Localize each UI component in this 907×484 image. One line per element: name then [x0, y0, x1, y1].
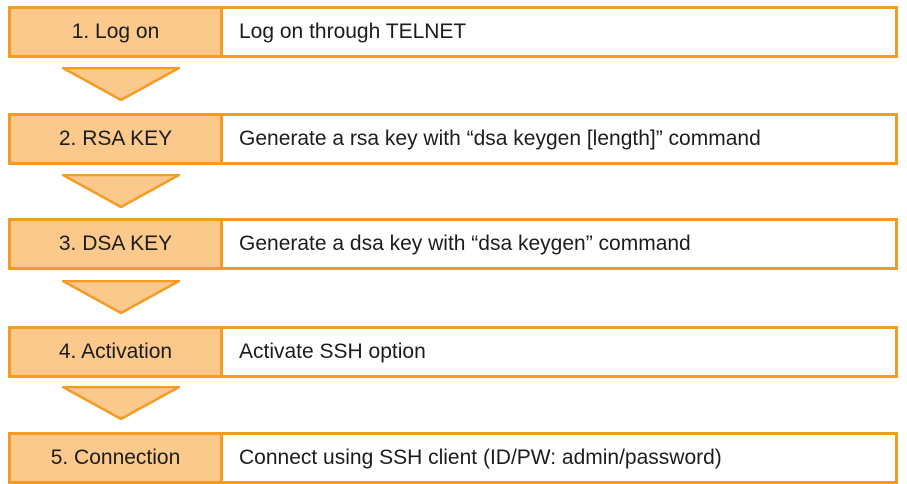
- step-2-description: Generate a rsa key with “dsa keygen [len…: [239, 127, 761, 150]
- step-4: 4. Activation Activate SSH option: [8, 326, 898, 378]
- flow-arrow-down-icon: [62, 280, 180, 314]
- step-1-label: 1. Log on: [11, 9, 223, 55]
- step-2: 2. RSA KEY Generate a rsa key with “dsa …: [8, 113, 898, 165]
- step-5-label: 5. Connection: [11, 435, 223, 481]
- step-3: 3. DSA KEY Generate a dsa key with “dsa …: [8, 218, 898, 270]
- step-1-description: Log on through TELNET: [239, 20, 467, 43]
- step-3-label: 3. DSA KEY: [11, 221, 223, 267]
- step-1: 1. Log on Log on through TELNET: [8, 6, 898, 58]
- flow-arrow-down-icon: [62, 67, 180, 101]
- step-4-label: 4. Activation: [11, 329, 223, 375]
- step-5-description: Connect using SSH client (ID/PW: admin/p…: [239, 446, 722, 469]
- step-5: 5. Connection Connect using SSH client (…: [8, 432, 898, 484]
- step-3-description: Generate a dsa key with “dsa keygen” com…: [239, 232, 691, 255]
- step-4-description: Activate SSH option: [239, 340, 426, 363]
- flow-arrow-down-icon: [62, 386, 180, 420]
- flow-arrow-down-icon: [62, 174, 180, 208]
- step-2-label: 2. RSA KEY: [11, 116, 223, 162]
